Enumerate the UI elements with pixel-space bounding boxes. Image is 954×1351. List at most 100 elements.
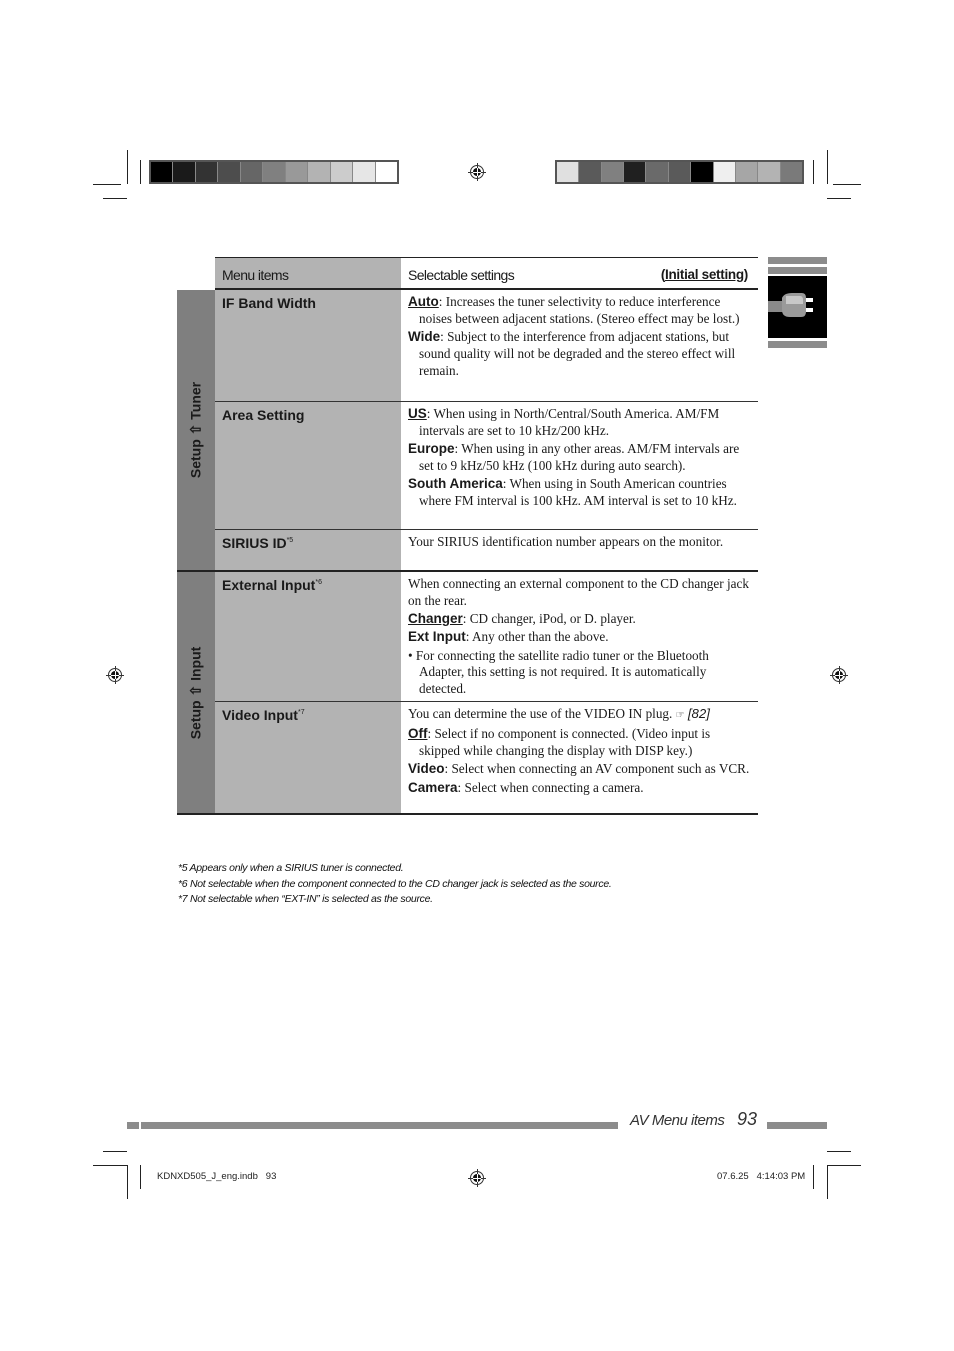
section-tab-bar [768, 341, 827, 348]
table-row-video-input: Video Input*7 You can determine the use … [215, 701, 758, 813]
footnote-ref: *7 [297, 709, 305, 716]
color-swatch [173, 162, 196, 182]
option-text: : Select when connecting a camera. [457, 779, 644, 795]
option-key: Europe [408, 441, 455, 457]
table-row-sirius-id: SIRIUS ID*5 Your SIRIUS identification n… [215, 529, 758, 570]
option-text: : Increases the tuner selectivity to red… [419, 294, 740, 326]
crop-mark [93, 1165, 127, 1166]
note-bullet: • For connecting the satellite radio tun… [408, 647, 709, 697]
option: Wide: Subject to the interference from a… [408, 329, 752, 379]
option-key: Auto [408, 294, 439, 309]
option: Camera: Select when connecting a camera. [408, 780, 752, 797]
registration-mark-icon [830, 666, 848, 684]
color-swatch [375, 162, 397, 182]
option-key: Camera [408, 779, 458, 795]
plug-icon [768, 293, 813, 317]
menu-item-label: SIRIUS ID [222, 535, 287, 551]
option-key: US [408, 406, 427, 421]
note-text: For connecting the satellite radio tuner… [415, 647, 709, 697]
color-swatch [668, 162, 692, 182]
header-selectable-label: Selectable settings [408, 267, 515, 283]
color-calibration-bar-left [149, 160, 399, 184]
color-swatch [758, 162, 781, 182]
color-swatch [308, 162, 331, 182]
color-swatch [691, 162, 714, 182]
option-text: : Any other than the above. [465, 629, 609, 645]
footer-rule-right [767, 1122, 827, 1129]
color-calibration-bar-right [555, 160, 804, 184]
page-number: 93 [737, 1109, 758, 1129]
option: US: When using in North/Central/South Am… [408, 406, 752, 440]
footnote: *5 Appears only when a SIRIUS tuner is c… [178, 862, 404, 874]
crop-mark [827, 150, 828, 184]
color-swatch [557, 162, 580, 182]
option-key: Changer [408, 611, 463, 627]
footnote-ref: *5 [286, 537, 294, 544]
settings-cell: When connecting an external component to… [401, 572, 758, 698]
option: Auto: Increases the tuner selectivity to… [408, 294, 752, 328]
crop-mark [93, 184, 121, 185]
option-key: Video [408, 761, 445, 777]
color-swatch [218, 162, 241, 182]
option-text: : Subject to the interference from adjac… [419, 329, 736, 378]
settings-cell: Your SIRIUS identification number appear… [401, 530, 758, 552]
section-tab-bar [768, 257, 827, 264]
crop-mark [813, 160, 814, 184]
footnote: *7 Not selectable when “EXT-IN” is selec… [178, 893, 433, 905]
menu-item: Video Input*7 [215, 702, 401, 813]
menu-item-label: Area Setting [222, 407, 305, 423]
section-title: AV Menu items [630, 1112, 725, 1129]
crop-mark [140, 1165, 141, 1189]
group-label: Setup ⇧ Tuner [187, 381, 204, 479]
color-swatch [735, 162, 759, 182]
crop-mark [833, 184, 861, 185]
crop-mark [127, 150, 128, 184]
menu-item: Area Setting [215, 402, 401, 529]
crop-mark [827, 198, 851, 199]
color-swatch [646, 162, 669, 182]
settings-cell: Auto: Increases the tuner selectivity to… [401, 290, 758, 381]
footnote: *6 Not selectable when the component con… [178, 877, 612, 890]
option-text: : CD changer, iPod, or D. player. [462, 611, 636, 627]
color-swatch [601, 162, 625, 182]
option-text: : When using in North/Central/South Amer… [419, 406, 720, 438]
initial-setting-label: Initial setting [665, 267, 744, 282]
menu-item: SIRIUS ID*5 [215, 530, 401, 570]
option: Europe: When using in any other areas. A… [408, 441, 752, 475]
color-swatch [624, 162, 647, 182]
color-swatch [579, 162, 602, 182]
table-row-external-input: External Input*6 When connecting an exte… [215, 572, 758, 701]
group-label: Setup ⇧ Input [187, 646, 204, 739]
option: South America: When using in South Ameri… [408, 476, 752, 510]
color-swatch [263, 162, 286, 182]
menu-item-label: Video Input [222, 707, 298, 723]
group-side-label: Setup ⇧ Tuner [177, 290, 215, 570]
menu-item: External Input*6 [215, 572, 401, 701]
setting-description: You can determine the use of the VIDEO I… [408, 706, 752, 725]
color-swatch [353, 162, 376, 182]
header-menu-items: Menu items [215, 258, 401, 288]
option-text: : Select if no component is connected. (… [419, 726, 711, 759]
option: Video: Select when connecting an AV comp… [408, 761, 752, 778]
crop-mark [140, 160, 141, 184]
group-setup-input: Setup ⇧ Input External Input*6 When conn… [177, 572, 758, 815]
crop-mark [103, 198, 127, 199]
page-reference: [82] [687, 706, 710, 721]
menu-item-label: IF Band Width [222, 295, 316, 311]
crop-mark [813, 1165, 814, 1189]
description-text: You can determine the use of the VIDEO I… [408, 706, 673, 721]
footnote-ref: *6 [315, 579, 322, 586]
section-tab-bar [768, 267, 827, 274]
crop-mark [827, 1165, 828, 1199]
menu-item-label: External Input [222, 577, 316, 593]
option-key: Ext Input [408, 629, 466, 645]
registration-mark-icon [468, 163, 486, 181]
option: Off: Select if no component is connected… [408, 726, 752, 760]
table-row-area-setting: Area Setting US: When using in North/Cen… [215, 401, 758, 529]
slug-timestamp: 07.6.25 4:14:03 PM [717, 1171, 806, 1182]
footer-rule-left [127, 1122, 618, 1129]
color-swatch [151, 162, 174, 182]
color-swatch [330, 162, 354, 182]
registration-mark-icon [468, 1169, 486, 1187]
setting-description: Your SIRIUS identification number appear… [408, 534, 724, 549]
